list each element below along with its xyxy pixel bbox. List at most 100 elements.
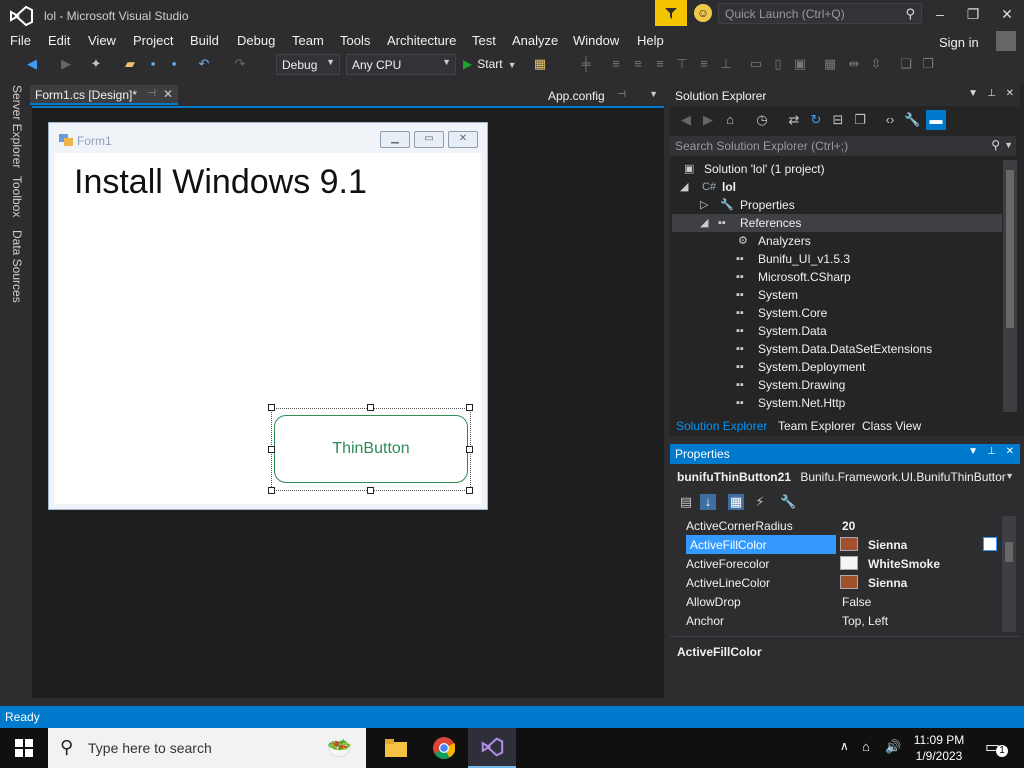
collapsed-arrow-icon[interactable]: ▷ xyxy=(700,199,714,211)
property-value[interactable]: Sienna xyxy=(868,576,907,590)
pin-icon[interactable]: ⊣ xyxy=(147,88,156,99)
color-dropdown-button[interactable] xyxy=(983,537,997,551)
tree-item-reference[interactable]: ▪▪ System.Deployment xyxy=(672,358,1002,376)
align-center-icon[interactable]: ≡ xyxy=(630,56,646,72)
save-icon[interactable]: ▪ xyxy=(145,56,161,72)
history-icon[interactable]: ◷ xyxy=(754,112,770,128)
properties-view-icon[interactable]: ▦ xyxy=(728,494,744,510)
menu-architecture[interactable]: Architecture xyxy=(387,33,456,48)
send-to-back-icon[interactable]: ❐ xyxy=(920,56,936,72)
make-same-height-icon[interactable]: ▯ xyxy=(770,56,786,72)
menu-debug[interactable]: Debug xyxy=(237,33,275,48)
tree-item-reference[interactable]: ▪▪ System.Data xyxy=(672,322,1002,340)
tree-item-reference[interactable]: ▪▪ System xyxy=(672,286,1002,304)
quick-launch-input[interactable]: Quick Launch (Ctrl+Q) ⚲ xyxy=(718,3,922,24)
vertical-spacing-icon[interactable]: ⇳ xyxy=(868,56,884,72)
scrollbar-thumb[interactable] xyxy=(1005,542,1013,562)
solution-configuration-select[interactable]: Debug ▼ xyxy=(276,54,340,75)
back-icon[interactable]: ◀ xyxy=(678,112,694,128)
resize-handle-ne[interactable] xyxy=(466,404,473,411)
tree-item-reference[interactable]: ▪▪ Microsoft.CSharp xyxy=(672,268,1002,286)
resize-handle-nw[interactable] xyxy=(268,404,275,411)
align-top-icon[interactable]: ⊤ xyxy=(674,56,690,72)
tree-item-reference[interactable]: ▪▪ System.Net.Http xyxy=(672,394,1002,412)
menu-build[interactable]: Build xyxy=(190,33,219,48)
resize-handle-n[interactable] xyxy=(367,404,374,411)
home-icon[interactable]: ⌂ xyxy=(722,112,738,128)
pin-icon[interactable]: ⊣ xyxy=(617,89,626,100)
pin-icon[interactable]: ⊥ xyxy=(987,446,996,457)
minimize-button[interactable]: – xyxy=(925,4,955,24)
pin-icon[interactable]: ⊥ xyxy=(987,88,996,99)
property-row[interactable]: ActiveFillColor Sienna xyxy=(672,535,998,554)
alphabetical-icon[interactable]: ↓ xyxy=(700,494,716,510)
taskbar-clock[interactable]: 11:09 PM 1/9/2023 xyxy=(905,732,973,764)
menu-edit[interactable]: Edit xyxy=(48,33,70,48)
menu-analyze[interactable]: Analyze xyxy=(512,33,558,48)
resize-handle-sw[interactable] xyxy=(268,487,275,494)
feedback-filter-icon[interactable] xyxy=(655,0,687,26)
network-icon[interactable]: ⌂ xyxy=(862,739,870,754)
tab-class-view[interactable]: Class View xyxy=(862,419,921,433)
form-heading-label[interactable]: Install Windows 9.1 xyxy=(74,163,367,202)
property-value[interactable]: Top, Left xyxy=(842,614,888,628)
align-left-icon[interactable]: ≡ xyxy=(608,56,624,72)
tab-team-explorer[interactable]: Team Explorer xyxy=(778,419,855,433)
redo-icon[interactable]: ↷ xyxy=(232,56,248,72)
file-explorer-taskbar-icon[interactable] xyxy=(372,728,420,768)
navigate-back-icon[interactable]: ◀ xyxy=(24,56,40,72)
server-explorer-tab[interactable]: Server Explorer xyxy=(10,85,24,168)
align-right-icon[interactable]: ≡ xyxy=(652,56,668,72)
taskbar-search-input[interactable]: ⚲ Type here to search 🥗 xyxy=(48,728,366,768)
tree-item-project-lol[interactable]: ◢ C# lol xyxy=(672,178,1002,196)
sign-in-link[interactable]: Sign in xyxy=(939,35,979,50)
toolbox-tab[interactable]: Toolbox xyxy=(10,176,24,217)
notifications-icon[interactable]: ▭ 1 xyxy=(985,737,1008,757)
close-icon[interactable]: ✕ xyxy=(1006,446,1014,457)
chrome-taskbar-icon[interactable] xyxy=(420,728,468,768)
tree-item-reference[interactable]: ▪▪ System.Drawing xyxy=(672,376,1002,394)
categorized-icon[interactable]: ▤ xyxy=(678,494,694,510)
collapse-all-icon[interactable]: ⊟ xyxy=(830,112,846,128)
solution-platform-select[interactable]: Any CPU ▼ xyxy=(346,54,456,75)
preview-selected-icon[interactable]: ▬ xyxy=(926,110,946,130)
expanded-arrow-icon[interactable]: ◢ xyxy=(680,181,694,193)
align-middle-icon[interactable]: ≡ xyxy=(696,56,712,72)
tree-item-reference[interactable]: ▪▪ System.Data.DataSetExtensions xyxy=(672,340,1002,358)
data-sources-tab[interactable]: Data Sources xyxy=(10,230,24,303)
menu-view[interactable]: View xyxy=(88,33,116,48)
make-same-size-icon[interactable]: ▣ xyxy=(792,56,808,72)
horizontal-spacing-icon[interactable]: ⇹ xyxy=(846,56,862,72)
tree-item-solution[interactable]: ▣ Solution 'lol' (1 project) xyxy=(672,160,1002,178)
tree-item-properties[interactable]: ▷ 🔧 Properties xyxy=(672,196,1002,214)
start-debugging-button[interactable]: ▶ Start ▼ xyxy=(463,57,517,71)
tree-item-reference[interactable]: ▪▪ System.Core xyxy=(672,304,1002,322)
view-code-icon[interactable]: ‹› xyxy=(882,112,898,128)
thin-button-control[interactable]: ThinButton xyxy=(274,415,468,483)
bring-to-front-icon[interactable]: ❏ xyxy=(898,56,914,72)
property-value[interactable]: False xyxy=(842,595,871,609)
visual-studio-taskbar-icon[interactable] xyxy=(468,728,516,768)
new-project-icon[interactable]: ✦ xyxy=(88,56,104,72)
tab-form1-design[interactable]: Form1.cs [Design]* ⊣ ✕ xyxy=(30,85,178,105)
designer-form-window[interactable]: Form1 ▁ ▭ ✕ Install Windows 9.1 ThinButt… xyxy=(48,122,488,510)
menu-tools[interactable]: Tools xyxy=(340,33,370,48)
resize-handle-e[interactable] xyxy=(466,446,473,453)
volume-icon[interactable]: 🔊 xyxy=(885,739,901,755)
make-same-width-icon[interactable]: ▭ xyxy=(748,56,764,72)
properties-wrench-icon[interactable]: 🔧 xyxy=(904,112,920,128)
size-to-grid-icon[interactable]: ▦ xyxy=(822,56,838,72)
account-avatar-icon[interactable] xyxy=(996,31,1016,51)
events-lightning-icon[interactable]: ⚡ xyxy=(752,494,768,510)
menu-help[interactable]: Help xyxy=(637,33,664,48)
property-row[interactable]: ActiveCornerRadius 20 xyxy=(672,516,998,535)
scrollbar-thumb[interactable] xyxy=(1006,170,1014,328)
forward-icon[interactable]: ▶ xyxy=(700,112,716,128)
tab-app-config[interactable]: App.config ⊣ ▼ xyxy=(546,86,662,106)
solution-search-input[interactable]: Search Solution Explorer (Ctrl+;) ⚲ ▼ xyxy=(670,136,1016,156)
property-row[interactable]: Anchor Top, Left xyxy=(672,611,998,630)
send-feedback-smiley-icon[interactable]: ☺ xyxy=(694,4,712,22)
properties-scrollbar[interactable] xyxy=(1002,516,1016,632)
align-bottom-icon[interactable]: ⊥ xyxy=(718,56,734,72)
tab-solution-explorer[interactable]: Solution Explorer xyxy=(676,419,767,433)
